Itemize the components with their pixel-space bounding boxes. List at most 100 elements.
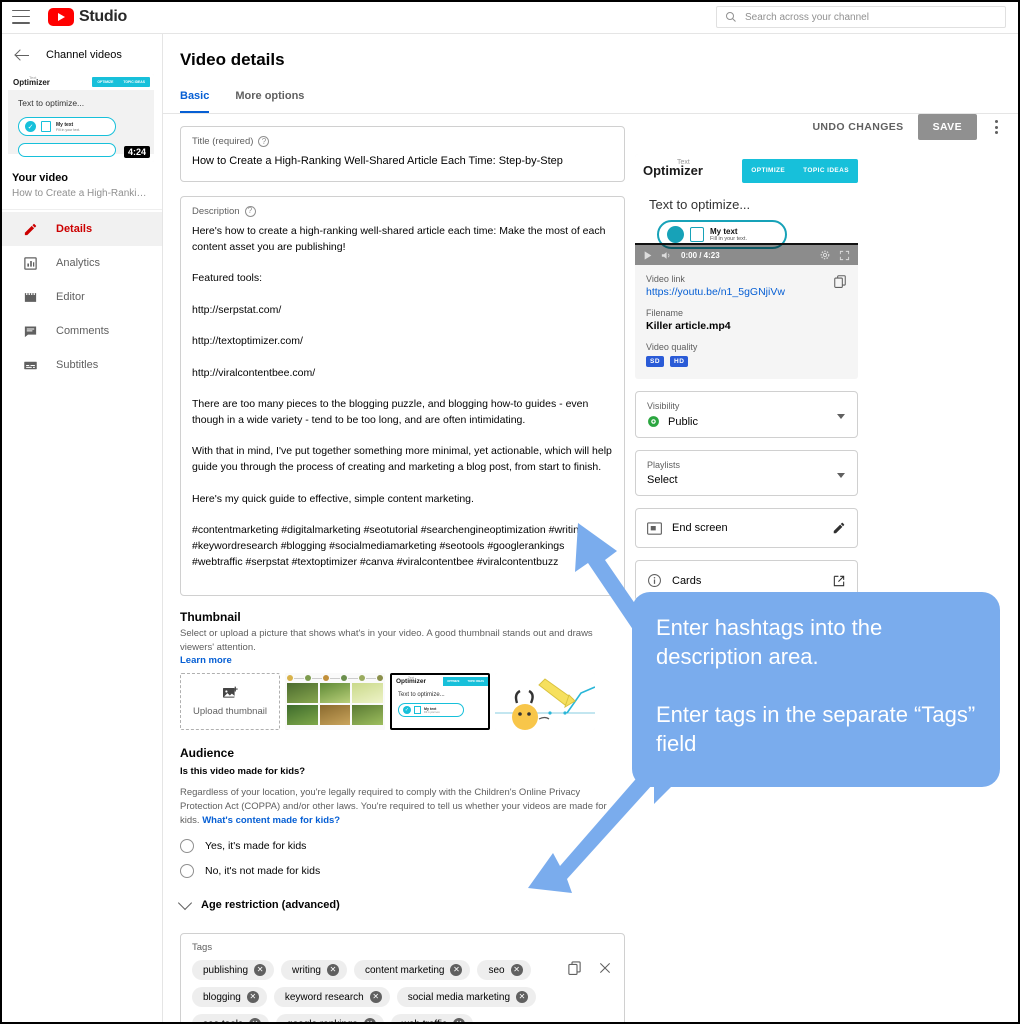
kebab-menu-icon[interactable] — [991, 116, 1002, 138]
sidebar-item-label: Subtitles — [56, 359, 99, 371]
video-quality-badges: SD HD — [646, 356, 847, 367]
save-button[interactable]: SAVE — [917, 114, 977, 140]
tag-chip[interactable]: seo ✕ — [477, 960, 531, 981]
search-input[interactable] — [745, 11, 997, 23]
tag-remove-icon[interactable]: ✕ — [254, 964, 267, 977]
volume-icon[interactable] — [661, 250, 673, 261]
back-to-channel-videos[interactable]: Channel videos — [0, 34, 162, 74]
thumbnail-heading: Thumbnail — [180, 609, 241, 624]
subtitles-icon — [22, 357, 38, 373]
tab-basic[interactable]: Basic — [180, 90, 210, 113]
youtube-studio-logo[interactable]: Studio — [48, 7, 127, 26]
player-chip-title: My text — [710, 227, 738, 236]
sidebar-item-details[interactable]: Details — [0, 212, 162, 246]
visibility-value: Public — [668, 415, 698, 428]
visibility-value-row: Public — [647, 415, 846, 428]
tag-remove-icon[interactable]: ✕ — [516, 991, 528, 1004]
thumbnail-option-1[interactable] — [285, 673, 385, 731]
tag-remove-icon[interactable]: ✕ — [249, 1018, 262, 1024]
visibility-label: Visibility — [647, 401, 680, 411]
optimize-button[interactable]: OPTIMIZE — [742, 159, 794, 183]
title-field[interactable]: Title (required) ? How to Create a High-… — [180, 126, 625, 182]
hamburger-icon[interactable] — [12, 9, 30, 24]
tag-label: social media marketing — [407, 991, 510, 1003]
tag-remove-icon[interactable]: ✕ — [326, 964, 339, 977]
end-screen-card[interactable]: End screen — [635, 508, 858, 548]
tag-chip[interactable]: social media marketing ✕ — [396, 987, 536, 1008]
video-player[interactable]: Text to optimize... My text Fill in your… — [635, 187, 858, 265]
undo-changes-button[interactable]: UNDO CHANGES — [812, 121, 903, 133]
title-input[interactable]: How to Create a High-Ranking Well-Shared… — [192, 154, 613, 170]
description-field[interactable]: Description ? Here's how to create a hig… — [180, 195, 625, 596]
tag-chip[interactable]: web traffic ✕ — [390, 1014, 474, 1024]
sidebar-item-analytics[interactable]: Analytics — [0, 246, 162, 280]
pencil-icon[interactable] — [832, 521, 846, 535]
help-circle-icon[interactable]: ? — [258, 136, 270, 147]
tag-chip[interactable]: writing ✕ — [281, 960, 347, 981]
tag-chip[interactable]: seo tools ✕ — [192, 1014, 270, 1024]
sidebar-item-label: Comments — [56, 325, 110, 337]
radio-made-for-kids-no[interactable]: No, it's not made for kids — [180, 864, 625, 879]
visibility-card[interactable]: Visibility Public — [635, 391, 858, 438]
tabs: Basic More options — [163, 76, 1020, 114]
playlists-label: Playlists — [647, 460, 681, 470]
tag-chip[interactable]: publishing ✕ — [192, 960, 275, 981]
tag-remove-icon[interactable]: ✕ — [450, 964, 463, 977]
tag-label: content marketing — [364, 964, 445, 976]
tag-label: writing — [292, 964, 321, 976]
film-icon — [22, 289, 38, 305]
tag-chip[interactable]: content marketing ✕ — [353, 960, 471, 981]
video-link-label: Video link — [646, 274, 685, 284]
tag-remove-icon[interactable]: ✕ — [363, 1018, 376, 1024]
gear-icon[interactable] — [819, 249, 831, 261]
playlists-card[interactable]: Playlists Select — [635, 450, 858, 496]
tag-remove-icon[interactable]: ✕ — [246, 991, 259, 1004]
video-link-value[interactable]: https://youtu.be/n1_5gGNjiVw — [646, 286, 785, 298]
tag-chip[interactable]: blogging ✕ — [192, 987, 267, 1008]
video-duration-badge: 4:24 — [123, 146, 150, 158]
tag-remove-icon[interactable]: ✕ — [510, 964, 523, 977]
radio-made-for-kids-yes[interactable]: Yes, it's made for kids — [180, 839, 625, 854]
sidebar-item-comments[interactable]: Comments — [0, 314, 162, 348]
sidebar-video-thumbnail[interactable]: Text Optimizer OPTIMIZE TOPIC IDEAS Text… — [8, 74, 154, 162]
upload-thumbnail-button[interactable]: Upload thumbnail — [180, 673, 280, 731]
public-eye-icon — [648, 416, 659, 427]
topic-ideas-button[interactable]: TOPIC IDEAS — [794, 159, 858, 183]
play-icon[interactable] — [643, 250, 653, 261]
fullscreen-icon[interactable] — [839, 250, 850, 261]
tag-chip[interactable]: google rankings ✕ — [276, 1014, 384, 1024]
copy-icon[interactable] — [567, 960, 582, 976]
coppa-link[interactable]: What's content made for kids? — [202, 815, 340, 826]
sidebar-item-editor[interactable]: Editor — [0, 280, 162, 314]
tab-more-options[interactable]: More options — [235, 90, 304, 113]
preview-brand: Optimizer — [643, 163, 703, 178]
close-icon[interactable] — [598, 961, 612, 975]
comment-icon — [22, 323, 38, 339]
description-input[interactable]: Here's how to create a high-ranking well… — [192, 224, 613, 571]
title-label-text: Title (required) — [192, 136, 254, 147]
external-link-icon[interactable] — [832, 574, 846, 588]
copy-icon[interactable] — [833, 274, 847, 288]
chevron-down-icon[interactable] — [837, 414, 845, 419]
tag-remove-icon[interactable]: ✕ — [369, 991, 382, 1004]
radio-icon — [180, 839, 194, 854]
title-label: Title (required) ? — [192, 136, 613, 147]
upload-thumbnail-label: Upload thumbnail — [193, 706, 267, 718]
preview-brand-bar: Text Optimizer OPTIMIZE TOPIC IDEAS — [635, 154, 858, 187]
tag-remove-icon[interactable]: ✕ — [453, 1018, 466, 1024]
help-circle-icon[interactable]: ? — [244, 205, 256, 217]
chevron-down-icon[interactable] — [837, 473, 845, 478]
thumbnail-option-3[interactable] — [495, 673, 595, 731]
sidebar-item-subtitles[interactable]: Subtitles — [0, 348, 162, 382]
tags-field[interactable]: Tags publishing ✕ writing ✕ content market… — [180, 933, 625, 1024]
search-bar[interactable] — [716, 6, 1006, 28]
thumbnail-learn-more-link[interactable]: Learn more — [180, 655, 625, 666]
sidebar-thumb-title: Text to optimize... — [18, 98, 85, 108]
end-screen-label: End screen — [672, 522, 728, 534]
thumbnail-option-2[interactable]: Text Optimizer OPTIMIZE TOPIC IDEAS Text… — [390, 673, 490, 731]
tag-chip[interactable]: keyword research ✕ — [273, 987, 390, 1008]
brand-label: Studio — [79, 7, 127, 25]
player-overlay-title: Text to optimize... — [649, 197, 751, 212]
thumbnail-description: Select or upload a picture that shows wh… — [180, 627, 593, 654]
age-restriction-toggle[interactable]: Age restriction (advanced) — [177, 896, 625, 911]
